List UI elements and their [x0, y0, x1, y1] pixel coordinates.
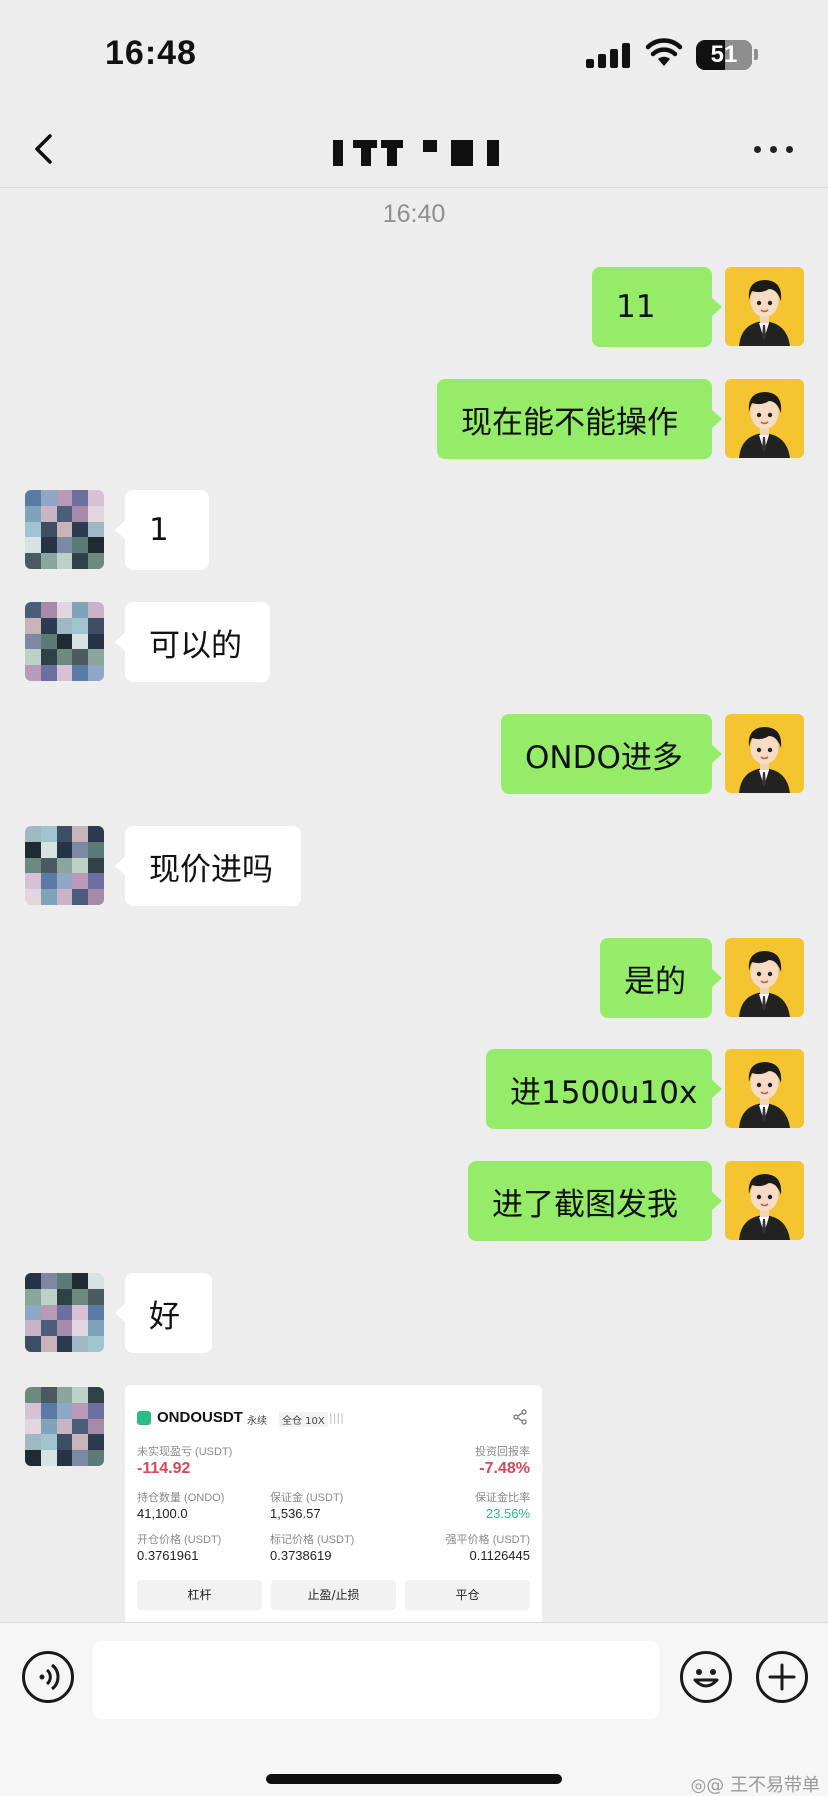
price-label-row: 开仓价格 (USDT) 标记价格 (USDT) 强平价格 (USDT) — [137, 1531, 530, 1547]
close-position-button: 平仓 — [405, 1580, 530, 1610]
bubble-tail — [711, 968, 722, 988]
contact-avatar[interactable] — [25, 1273, 104, 1352]
perpetual-tag: 永续 — [247, 1416, 267, 1427]
margin-value: 1,536.57 — [270, 1506, 321, 1521]
liq-price-label: 强平价格 (USDT) — [445, 1534, 530, 1546]
message-bubble[interactable]: 1 — [125, 490, 209, 570]
share-icon[interactable] — [512, 1409, 528, 1425]
margin-mode-tag: 全仓 10X — [279, 1412, 328, 1427]
position-qty-value: 41,100.0 — [137, 1506, 188, 1521]
message-bubble[interactable]: ONDO进多 — [501, 714, 712, 794]
my-avatar[interactable] — [725, 714, 804, 793]
chat-title-redacted — [333, 140, 503, 166]
mark-price-label: 标记价格 (USDT) — [270, 1534, 355, 1546]
my-avatar[interactable] — [725, 379, 804, 458]
time-divider: 16:40 — [382, 200, 446, 228]
message-bubble[interactable]: 11 — [592, 267, 712, 347]
message-input[interactable] — [93, 1641, 659, 1719]
margin-ratio-label: 保证金比率 — [475, 1492, 530, 1504]
my-avatar[interactable] — [725, 938, 804, 1017]
unrealized-pnl-value: -114.92 — [137, 1460, 191, 1477]
margin-label: 保证金 (USDT) — [270, 1492, 344, 1504]
contact-avatar[interactable] — [25, 1387, 104, 1466]
watermark: ◎@ 王不易带单 — [690, 1775, 820, 1796]
unrealized-pnl-label: 未实现盈亏 (USDT) — [137, 1446, 233, 1458]
wifi-icon — [645, 38, 683, 66]
my-avatar[interactable] — [725, 267, 804, 346]
position-label-row: 持仓数量 (ONDO) 保证金 (USDT) 保证金比率 — [137, 1489, 530, 1505]
position-qty-label: 持仓数量 (ONDO) — [137, 1492, 225, 1504]
pnl-label-row: 未实现盈亏 (USDT) 投资回报率 — [137, 1443, 530, 1459]
status-bar: 16:48 51 — [0, 0, 828, 110]
chevron-left-icon[interactable] — [22, 126, 68, 172]
cellular-signal-icon — [586, 42, 632, 68]
exchange-logo-icon — [137, 1411, 151, 1425]
message-bubble[interactable]: 是的 — [600, 938, 712, 1018]
margin-ratio-value: 23.56% — [485, 1506, 530, 1521]
entry-price-label: 开仓价格 (USDT) — [137, 1534, 222, 1546]
image-message-trade-screenshot[interactable]: ONDOUSDT 永续 全仓 10X |||| 未实现盈亏 (USDT) 投资回… — [125, 1385, 542, 1625]
contact-avatar[interactable] — [25, 826, 104, 905]
tpsl-button: 止盈/止损 — [271, 1580, 396, 1610]
bubble-tail — [711, 297, 722, 317]
entry-price-value: 0.3761961 — [137, 1548, 199, 1563]
contact-avatar[interactable] — [25, 490, 104, 569]
message-bubble[interactable]: 进1500u10x — [486, 1049, 712, 1129]
battery-tip — [754, 49, 758, 60]
voice-icon[interactable] — [22, 1651, 74, 1703]
input-bar: ◎@ 王不易带单 — [0, 1622, 828, 1796]
message-bubble[interactable]: 好 — [125, 1273, 212, 1353]
my-avatar[interactable] — [725, 1049, 804, 1128]
battery-level: 51 — [710, 41, 738, 68]
home-indicator[interactable] — [266, 1774, 562, 1784]
roi-value: -7.48% — [479, 1460, 530, 1477]
plus-icon[interactable] — [756, 1651, 808, 1703]
bubble-tail — [711, 1079, 722, 1099]
message-bubble[interactable]: 进了截图发我 — [468, 1161, 712, 1241]
my-avatar[interactable] — [725, 1161, 804, 1240]
message-bubble[interactable]: 现价进吗 — [125, 826, 301, 906]
liq-price-value: 0.1126445 — [469, 1548, 531, 1563]
symbol-label: ONDOUSDT — [157, 1409, 243, 1426]
message-bubble[interactable]: 现在能不能操作 — [437, 379, 712, 459]
bubble-tail — [711, 1191, 722, 1211]
mark-price-value: 0.3738619 — [270, 1548, 332, 1563]
bubble-tail — [711, 409, 722, 429]
message-bubble[interactable]: 可以的 — [125, 602, 270, 682]
bars-icon: |||| — [329, 1411, 344, 1424]
bubble-tail — [711, 744, 722, 764]
contact-avatar[interactable] — [25, 602, 104, 681]
more-dots-icon[interactable] — [752, 130, 796, 166]
emoji-icon[interactable] — [680, 1651, 732, 1703]
roi-label: 投资回报率 — [475, 1446, 530, 1458]
battery-icon: 51 — [696, 40, 752, 70]
status-time: 16:48 — [105, 34, 197, 72]
leverage-button: 杠杆 — [137, 1580, 262, 1610]
chat-header — [0, 110, 828, 188]
